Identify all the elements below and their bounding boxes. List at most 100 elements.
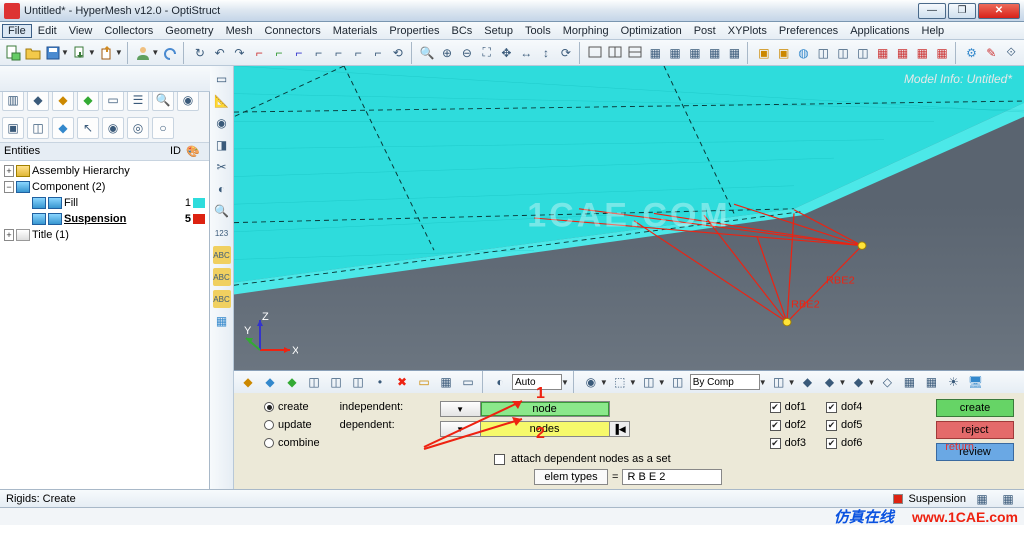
axis-yz-icon[interactable]: ⌐ <box>270 43 288 63</box>
menu-optimization[interactable]: Optimization <box>615 24 688 38</box>
axis-bot-icon[interactable]: ⌐ <box>369 43 387 63</box>
lp-cube-icon[interactable]: ▣ <box>2 117 24 139</box>
gt-3-icon[interactable]: ◆ <box>282 372 302 392</box>
minimize-button[interactable]: — <box>918 3 946 19</box>
entity-tree[interactable]: + Assembly Hierarchy − Component (2) Fil… <box>0 161 209 489</box>
current-comp-swatch[interactable] <box>893 494 903 504</box>
check-dof5[interactable]: dof5 <box>826 419 862 431</box>
gt-5-icon[interactable]: ◫ <box>326 372 346 392</box>
independent-switch-button[interactable] <box>440 401 480 417</box>
radio-combine[interactable]: combine <box>264 437 320 449</box>
entity-9-icon[interactable]: ▦ <box>913 43 931 63</box>
menu-view[interactable]: View <box>63 24 99 38</box>
gt-mask-icon[interactable]: ◐ <box>490 372 510 392</box>
axis-xy-icon[interactable]: ⌐ <box>250 43 268 63</box>
pan-v-icon[interactable]: ↕ <box>537 43 555 63</box>
lp-search-icon[interactable]: 🔍 <box>152 89 174 111</box>
entity-6-icon[interactable]: ◫ <box>854 43 872 63</box>
gt-screen-icon[interactable]: 🖥 <box>965 372 985 392</box>
axis-top-icon[interactable]: ⌐ <box>349 43 367 63</box>
axis-xz-icon[interactable]: ⌐ <box>290 43 308 63</box>
lp-show-icon[interactable]: ◉ <box>102 117 124 139</box>
gt-6-icon[interactable]: ◫ <box>348 372 368 392</box>
independent-node-button[interactable]: node <box>480 401 610 417</box>
menu-help[interactable]: Help <box>916 24 951 38</box>
entity-5-icon[interactable]: ◫ <box>834 43 852 63</box>
menu-tools[interactable]: Tools <box>519 24 557 38</box>
vt-abc2-icon[interactable]: ABC <box>213 268 231 286</box>
vt-number-icon[interactable]: 123 <box>213 224 231 242</box>
gt-organize-icon[interactable]: ▦ <box>436 372 456 392</box>
lp-sort-icon[interactable]: ☰ <box>127 89 149 111</box>
menu-morphing[interactable]: Morphing <box>557 24 615 38</box>
window-1-icon[interactable] <box>586 43 604 63</box>
gt-2-icon[interactable]: ◆ <box>260 372 280 392</box>
menu-mesh[interactable]: Mesh <box>220 24 259 38</box>
by-comp-select[interactable]: By Comp <box>690 374 760 390</box>
gt-v1-icon[interactable]: ◆ <box>798 372 818 392</box>
maximize-button[interactable]: ❐ <box>948 3 976 19</box>
user-icon[interactable] <box>134 43 152 63</box>
entity-1-icon[interactable]: ▣ <box>755 43 773 63</box>
lp-filter-icon[interactable]: ▥ <box>2 89 24 111</box>
color-swatch-fill[interactable] <box>193 198 205 208</box>
col-entities[interactable]: Entities <box>4 145 147 158</box>
vt-abc1-icon[interactable]: ABC <box>213 246 231 264</box>
lp-shade-icon[interactable]: ◆ <box>52 117 74 139</box>
check-dof1[interactable]: dof1 <box>770 401 806 413</box>
lp-cursor-icon[interactable]: ↖ <box>77 117 99 139</box>
rotate-icon[interactable]: ↻ <box>191 43 209 63</box>
lp-display-icon[interactable]: ◉ <box>177 89 199 111</box>
menu-post[interactable]: Post <box>688 24 722 38</box>
vt-find-icon[interactable]: 🔍 <box>213 202 231 220</box>
lp-comp-icon[interactable]: ◆ <box>27 89 49 111</box>
check-dof4[interactable]: dof4 <box>826 401 862 413</box>
gt-shade-icon[interactable]: ◉ <box>581 372 601 392</box>
check-dof2[interactable]: dof2 <box>770 419 806 431</box>
col-id[interactable]: ID <box>147 145 181 158</box>
export-icon[interactable] <box>98 43 116 63</box>
menu-bcs[interactable]: BCs <box>446 24 479 38</box>
auto-select[interactable]: Auto <box>512 374 562 390</box>
menu-xyplots[interactable]: XYPlots <box>722 24 773 38</box>
create-button[interactable]: create <box>936 399 1014 417</box>
lp-hide-icon[interactable]: ◎ <box>127 117 149 139</box>
tree-suspension[interactable]: Suspension 5 <box>4 211 205 227</box>
window-6-icon[interactable]: ▦ <box>706 43 724 63</box>
menu-file[interactable]: File <box>2 24 32 38</box>
gt-7-icon[interactable]: • <box>370 372 390 392</box>
expand-icon[interactable]: + <box>4 229 14 241</box>
pan-h-icon[interactable]: ↔ <box>517 43 535 63</box>
dependent-nodes-button[interactable]: nodes <box>480 421 610 437</box>
gt-v4-icon[interactable]: ◇ <box>877 372 897 392</box>
rotate-left-icon[interactable]: ↶ <box>211 43 229 63</box>
window-4-icon[interactable]: ▦ <box>666 43 684 63</box>
gt-wire-icon[interactable]: ⬚ <box>610 372 630 392</box>
close-button[interactable] <box>978 3 1020 19</box>
menu-setup[interactable]: Setup <box>478 24 519 38</box>
axis-iso-icon[interactable]: ⌐ <box>310 43 328 63</box>
menu-properties[interactable]: Properties <box>383 24 445 38</box>
refresh-icon[interactable]: ⟳ <box>557 43 575 63</box>
axis-rev-icon[interactable]: ⌐ <box>330 43 348 63</box>
window-2v-icon[interactable] <box>626 43 644 63</box>
rotate-right-icon[interactable]: ↷ <box>231 43 249 63</box>
save-icon[interactable] <box>44 43 62 63</box>
vt-select-icon[interactable]: ▭ <box>213 70 231 88</box>
entity-8-icon[interactable]: ▦ <box>894 43 912 63</box>
vt-measure-icon[interactable]: 📐 <box>213 92 231 110</box>
check-dof3[interactable]: dof3 <box>770 437 806 449</box>
reject-button[interactable]: reject <box>936 421 1014 439</box>
open-icon[interactable] <box>24 43 42 63</box>
entity-2-icon[interactable]: ▣ <box>775 43 793 63</box>
vt-visibility-icon[interactable]: ◉ <box>213 114 231 132</box>
zoom-out-icon[interactable]: ⊖ <box>458 43 476 63</box>
gt-v5-icon[interactable]: ▦ <box>899 372 919 392</box>
tree-fill[interactable]: Fill 1 <box>4 195 205 211</box>
window-3-icon[interactable]: ▦ <box>646 43 664 63</box>
color-swatch-susp[interactable] <box>193 214 205 224</box>
gt-card-icon[interactable]: ▭ <box>414 372 434 392</box>
misc-2-icon[interactable]: ✎ <box>982 43 1000 63</box>
fit-icon[interactable]: ⛶ <box>478 43 496 63</box>
return-button[interactable]: return <box>945 441 974 453</box>
